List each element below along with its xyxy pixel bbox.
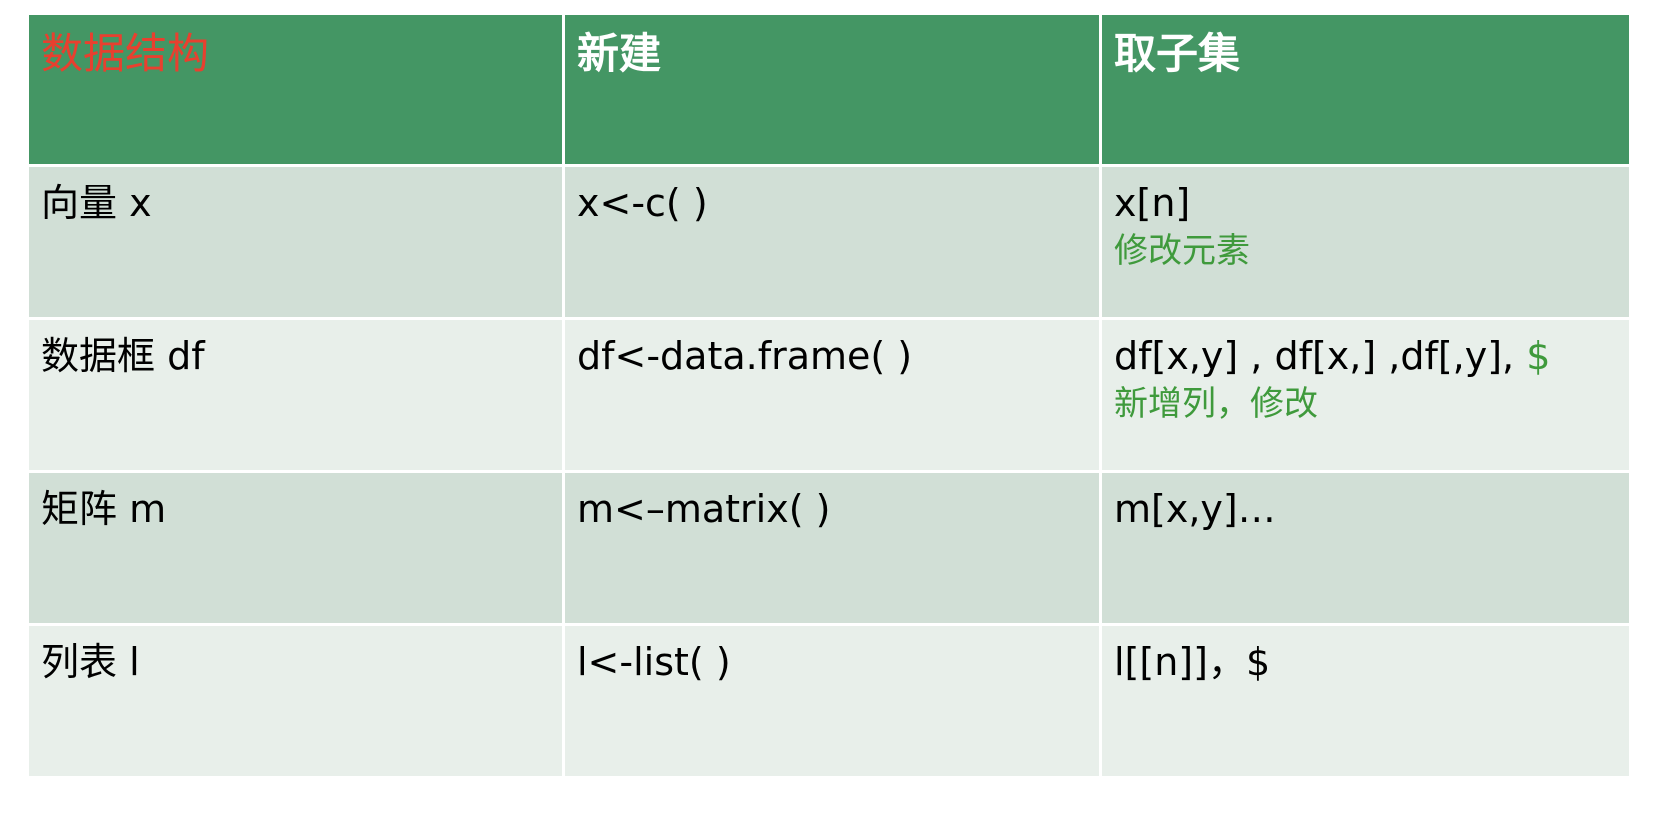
header-create: 新建	[562, 12, 1102, 167]
header-data-structure: 数据结构	[26, 12, 565, 167]
structure-name: 矩阵 m	[41, 487, 167, 531]
subset-code-text: x[n]	[1114, 181, 1191, 225]
subset-accent: $	[1526, 334, 1551, 378]
cell-subset: m[x,y]…	[1099, 470, 1632, 626]
subset-note: 修改元素	[1114, 231, 1250, 271]
create-code: x<-c( )	[577, 181, 708, 225]
cell-subset: x[n] 修改元素	[1099, 164, 1632, 320]
create-code: m<–matrix( )	[577, 487, 831, 531]
header-subset: 取子集	[1099, 12, 1632, 167]
cell-structure: 数据框 df	[26, 317, 565, 473]
subset-code: m[x,y]…	[1114, 483, 1617, 535]
subset-code-text: df[x,y] , df[x,] ,df[,y],	[1114, 334, 1527, 378]
structure-name: 数据框 df	[41, 334, 205, 378]
create-code: l<-list( )	[577, 640, 731, 684]
structure-name: 向量 x	[41, 181, 152, 225]
subset-code: l[[n]]，$	[1114, 636, 1617, 688]
table-header-row: 数据结构 新建 取子集	[26, 12, 1632, 167]
table-row-matrix: 矩阵 m m<–matrix( ) m[x,y]…	[26, 470, 1632, 626]
table-row-vector: 向量 x x<-c( ) x[n] 修改元素	[26, 164, 1632, 320]
subset-code: x[n]	[1114, 177, 1617, 229]
cell-subset: l[[n]]，$	[1099, 623, 1632, 779]
subset-code-text: m[x,y]…	[1114, 487, 1276, 531]
cell-create: l<-list( )	[562, 623, 1102, 779]
structure-name: 列表 l	[41, 640, 140, 684]
subset-code-text: l[[n]]，$	[1114, 640, 1271, 684]
cell-create: x<-c( )	[562, 164, 1102, 320]
subset-note: 新增列，修改	[1114, 384, 1318, 424]
cell-structure: 向量 x	[26, 164, 565, 320]
table-row-list: 列表 l l<-list( ) l[[n]]，$	[26, 623, 1632, 779]
table-row-dataframe: 数据框 df df<-data.frame( ) df[x,y] , df[x,…	[26, 317, 1632, 473]
slide: 数据结构 新建 取子集 向量 x x<-c( ) x[n] 修改元素 数据框 d…	[0, 0, 1662, 832]
cell-structure: 列表 l	[26, 623, 565, 779]
subset-code: df[x,y] , df[x,] ,df[,y], $	[1114, 330, 1617, 382]
cell-create: m<–matrix( )	[562, 470, 1102, 626]
cell-structure: 矩阵 m	[26, 470, 565, 626]
cell-subset: df[x,y] , df[x,] ,df[,y], $ 新增列，修改	[1099, 317, 1632, 473]
cell-create: df<-data.frame( )	[562, 317, 1102, 473]
data-structure-table: 数据结构 新建 取子集 向量 x x<-c( ) x[n] 修改元素 数据框 d…	[26, 12, 1632, 779]
create-code: df<-data.frame( )	[577, 334, 913, 378]
